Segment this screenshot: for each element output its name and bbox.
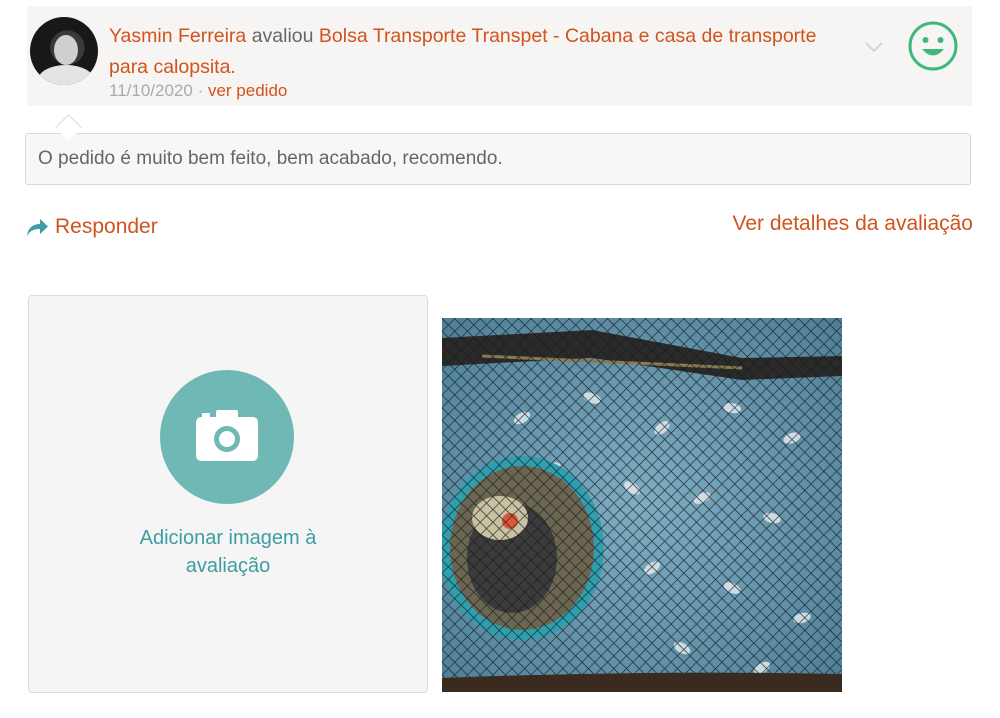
review-meta: 11/10/2020 · ver pedido xyxy=(109,81,287,101)
happy-face-icon xyxy=(907,20,959,72)
review-action-text: avaliou xyxy=(251,25,314,47)
reviewer-avatar[interactable] xyxy=(30,17,98,85)
reviewer-name-link[interactable]: Yasmin Ferreira xyxy=(109,25,246,47)
add-image-button[interactable]: Adicionar imagem à avaliação xyxy=(28,295,428,693)
reply-label: Responder xyxy=(55,215,158,238)
camera-circle xyxy=(160,370,294,504)
view-order-link[interactable]: ver pedido xyxy=(208,81,287,100)
reply-button[interactable]: Responder xyxy=(25,215,158,239)
review-title: Yasmin Ferreira avaliou Bolsa Transporte… xyxy=(109,21,829,83)
review-photo[interactable] xyxy=(442,318,842,692)
review-comment-box: O pedido é muito bem feito, bem acabado,… xyxy=(25,133,971,185)
reply-arrow-icon xyxy=(27,219,48,236)
add-image-label: Adicionar imagem à avaliação xyxy=(139,527,317,577)
chevron-down-icon[interactable] xyxy=(863,36,885,58)
review-header: Yasmin Ferreira avaliou Bolsa Transporte… xyxy=(27,6,972,106)
view-review-details-link[interactable]: Ver detalhes da avaliação xyxy=(732,212,973,236)
meta-separator: · xyxy=(197,81,204,100)
camera-icon xyxy=(196,410,258,461)
review-date: 11/10/2020 xyxy=(109,81,193,100)
review-comment-text: O pedido é muito bem feito, bem acabado,… xyxy=(38,148,503,169)
